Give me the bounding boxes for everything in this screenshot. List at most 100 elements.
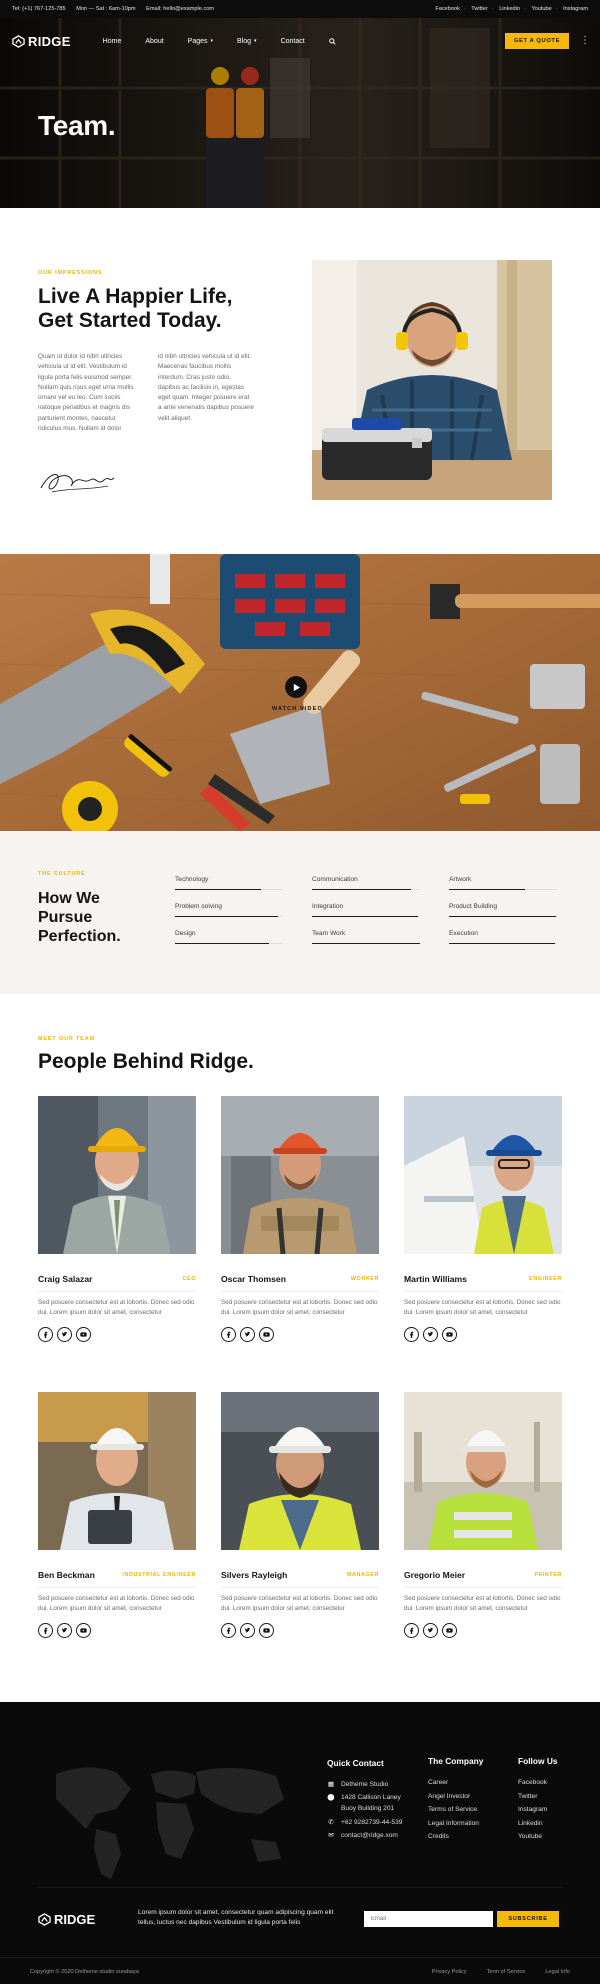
youtube-button[interactable] (76, 1623, 91, 1639)
video-section[interactable]: WATCH VIDEO (0, 554, 600, 831)
contact-email[interactable]: ✉ contact@ridge.xom (327, 1829, 427, 1843)
culture-eyebrow: THE CULTURE (38, 871, 86, 877)
skill-team-work: Team Work (312, 930, 420, 945)
youtube-button[interactable] (442, 1623, 457, 1639)
facebook-button[interactable] (221, 1623, 236, 1639)
follow-title: Follow Us (518, 1756, 558, 1766)
contact-studio: ▦ Detheme Studio (327, 1778, 427, 1792)
company-link-credits[interactable]: Credits (428, 1830, 508, 1844)
play-icon (293, 683, 300, 691)
nav-contact[interactable]: Contact (281, 38, 305, 45)
legal-link-info[interactable]: Legal Info (545, 1969, 570, 1975)
facebook-icon (410, 1627, 414, 1635)
twitter-button[interactable] (240, 1327, 255, 1343)
skill-label: Artwork (449, 876, 472, 883)
contact-phone[interactable]: ✆ +62 9282739-44-539 (327, 1816, 427, 1830)
youtube-button[interactable] (259, 1623, 274, 1639)
team-member-photo (38, 1392, 196, 1550)
facebook-button[interactable] (38, 1623, 53, 1639)
twitter-button[interactable] (423, 1623, 438, 1639)
youtube-button[interactable] (259, 1327, 274, 1343)
skill-bar (449, 889, 557, 891)
twitter-button[interactable] (423, 1327, 438, 1343)
legal-link-privacy[interactable]: Privacy Policy (432, 1969, 467, 1975)
topbar-email[interactable]: Email: hello@example.com (146, 6, 214, 12)
divider (404, 1587, 562, 1588)
company-link-angel-investor[interactable]: Angel Investor (428, 1790, 508, 1804)
team-member-bio: Sed posuere consectetur est at lobortis.… (38, 1595, 195, 1612)
skill-label: Communication (312, 876, 358, 883)
topbar-social-linkedin[interactable]: Linkedin (499, 6, 520, 12)
follow-link-facebook[interactable]: Facebook (518, 1776, 578, 1790)
kebab-menu-icon[interactable]: ⋮ (580, 33, 590, 49)
topbar-social-twitter[interactable]: Twitter (471, 6, 487, 12)
topbar-contact: Tel: (+1) 767-125-785 Mon — Sat : 6am-10… (12, 6, 223, 12)
team-member-name: Craig Salazar (38, 1274, 93, 1284)
youtube-icon (80, 1628, 87, 1633)
footer-logo[interactable]: RIDGE (38, 1912, 95, 1927)
topbar-social-instagram[interactable]: Instagram (563, 6, 588, 12)
team-member-header: Oscar Thomsen WORKER (221, 1274, 379, 1284)
team-card-craig: Craig Salazar CEO Sed posuere consectetur… (38, 1096, 196, 1343)
nav-about[interactable]: About (145, 38, 163, 45)
facebook-button[interactable] (38, 1327, 53, 1343)
team-member-socials (404, 1327, 562, 1343)
team-card-ben: Ben Beckman INDUSTRIAL ENGINEER Sed posue… (38, 1392, 196, 1639)
newsletter-email-input[interactable] (364, 1911, 493, 1927)
twitter-icon (244, 1332, 251, 1337)
get-quote-button[interactable]: GET A QUOTE (505, 33, 569, 49)
company-link-career[interactable]: Career (428, 1776, 508, 1790)
youtube-button[interactable] (442, 1327, 457, 1343)
about-heading-line2: Get Started Today. (38, 309, 222, 332)
nav-home-label: Home (102, 37, 122, 45)
skill-bar-fill (175, 916, 278, 918)
twitter-button[interactable] (240, 1623, 255, 1639)
site-logo[interactable]: RIDGE (12, 34, 71, 49)
topbar-social-youtube[interactable]: Youtube (531, 6, 551, 12)
nav-pages[interactable]: Pages ▾ (188, 38, 213, 45)
follow-link-youtube[interactable]: Youtube (518, 1830, 578, 1844)
search-button[interactable] (328, 37, 336, 45)
divider (221, 1587, 379, 1588)
about-paragraph-2: id nibh ultricies vehicula ut id elit. M… (158, 353, 254, 422)
subscribe-button[interactable]: SUBSCRIBE (497, 1911, 559, 1927)
quick-contact: Quick Contact ▦ Detheme Studio ⬤ 1428 Call… (327, 1758, 427, 1843)
skill-artwork: Artwork (449, 876, 557, 891)
logo-text: RIDGE (28, 33, 71, 49)
team-member-socials (221, 1623, 379, 1639)
skill-product-building: Product Building (449, 903, 557, 918)
team-eyebrow: MEET OUR TEAM (38, 1036, 95, 1042)
team-card-silvers: Silvers Rayleigh MANAGER Sed posuere cons… (221, 1392, 379, 1639)
twitter-button[interactable] (57, 1327, 72, 1343)
topbar-social-facebook[interactable]: Facebook (435, 6, 460, 12)
follow-link-linkedin[interactable]: Linkedin (518, 1817, 578, 1831)
skill-label: Integration (312, 903, 344, 910)
nav-blog[interactable]: Blog ▾ (237, 38, 257, 45)
skill-bar-fill (312, 943, 420, 945)
follow-link-instagram[interactable]: Instagram (518, 1803, 578, 1817)
facebook-button[interactable] (221, 1327, 236, 1343)
team-card-gregorio: Gregorio Meier PAINTER Sed posuere consec… (404, 1392, 562, 1639)
company-link-terms[interactable]: Terms of Service (428, 1803, 508, 1817)
company-link-legal[interactable]: Legal Information (428, 1817, 508, 1831)
facebook-icon (44, 1627, 48, 1635)
team-member-photo (221, 1096, 379, 1254)
about-section: OUR IMPRESSIONS Live A Happier Life, Get… (0, 208, 600, 554)
nav-menu: Home About Pages ▾ Blog ▾ Contact (103, 38, 360, 45)
facebook-button[interactable] (404, 1623, 419, 1639)
youtube-button[interactable] (76, 1327, 91, 1343)
team-member-role: MANAGER (346, 1572, 379, 1578)
twitter-button[interactable] (57, 1623, 72, 1639)
team-member-photo (38, 1096, 196, 1254)
youtube-icon (446, 1332, 453, 1337)
skill-label: Product Building (449, 903, 498, 910)
nav-home[interactable]: Home (103, 38, 122, 45)
nav-blog-label: Blog (237, 37, 252, 45)
play-video-button[interactable] (285, 676, 307, 698)
company-links: The Company Career Angel Investor Terms … (428, 1756, 508, 1844)
follow-link-twitter[interactable]: Twitter (518, 1790, 578, 1804)
team-member-name: Gregorio Meier (404, 1570, 466, 1580)
topbar-phone[interactable]: Tel: (+1) 767-125-785 (12, 6, 66, 12)
legal-link-terms[interactable]: Term of Service (487, 1969, 526, 1975)
facebook-button[interactable] (404, 1327, 419, 1343)
